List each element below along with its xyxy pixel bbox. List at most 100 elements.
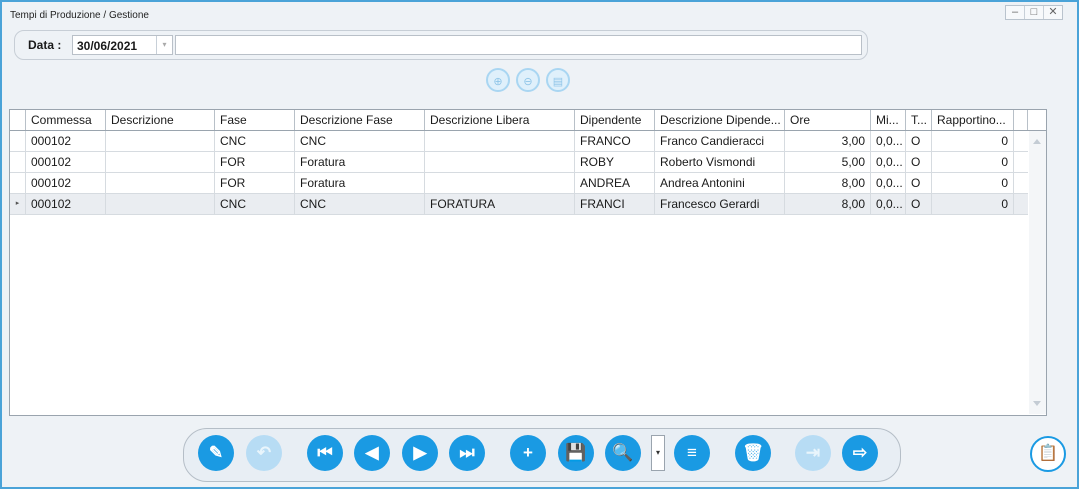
table-row-selected[interactable]: ▸ 000102 CNC CNC FORATURA FRANCI Frances… [10, 194, 1028, 215]
cell-tipo[interactable]: O [906, 152, 932, 172]
selected-row-marker-icon[interactable]: ▸ [10, 194, 26, 214]
new-record-button[interactable]: + [510, 435, 546, 471]
cell-descrizione-dipendente[interactable]: Franco Candieracci [655, 131, 785, 151]
cell-rapportino[interactable]: 0 [932, 173, 1014, 193]
column-commessa[interactable]: Commessa [26, 110, 106, 130]
cell-descrizione-dipendente[interactable]: Francesco Gerardi [655, 194, 785, 214]
cell-fase[interactable]: CNC [215, 131, 295, 151]
table-row[interactable]: 000102 CNC CNC FRANCO Franco Candieracci… [10, 131, 1028, 152]
previous-record-button[interactable]: ◀ [354, 435, 390, 471]
description-field[interactable] [175, 35, 862, 55]
add-row-icon[interactable]: ⊕ [486, 68, 510, 92]
cell-minuti[interactable]: 0,0... [871, 173, 906, 193]
cell-descrizione-libera[interactable] [425, 173, 575, 193]
cell-dipendente[interactable]: FRANCI [575, 194, 655, 214]
close-button[interactable]: ✕ [1044, 6, 1062, 19]
row-tools: ⊕ ⊖ ▤ [486, 68, 570, 92]
search-button[interactable]: 🔍 [605, 435, 641, 471]
cell-descrizione-fase[interactable]: Foratura [295, 173, 425, 193]
date-value: 30/06/2021 [77, 39, 138, 53]
data-grid[interactable]: Commessa Descrizione Fase Descrizione Fa… [9, 109, 1047, 416]
first-record-button[interactable]: ⏮ [307, 435, 343, 471]
cell-descrizione[interactable] [106, 194, 215, 214]
cell-ore[interactable]: 8,00 [785, 194, 871, 214]
cell-descrizione-libera[interactable] [425, 131, 575, 151]
cell-descrizione-libera[interactable] [425, 152, 575, 172]
cell-fase[interactable]: FOR [215, 173, 295, 193]
cell-tipo[interactable]: O [906, 131, 932, 151]
cell-dipendente[interactable]: FRANCO [575, 131, 655, 151]
clipboard-button[interactable]: 📋 [1030, 436, 1066, 472]
column-fase[interactable]: Fase [215, 110, 295, 130]
cell-descrizione[interactable] [106, 173, 215, 193]
cell-fase[interactable]: FOR [215, 152, 295, 172]
header-corner [10, 110, 26, 130]
delete-button[interactable]: 🗑 [735, 435, 771, 471]
main-toolbar: ✎ ↶ ⏮ ◀ ▶ ⏭ + 💾 🔍 ▾ ≡ 🗑 ⇥ ⇨ [183, 428, 901, 482]
column-tipo[interactable]: T... [906, 110, 932, 130]
cell-tipo[interactable]: O [906, 173, 932, 193]
column-descrizione-fase[interactable]: Descrizione Fase [295, 110, 425, 130]
chevron-down-icon[interactable]: ▾ [156, 36, 172, 54]
scroll-down-icon[interactable] [1033, 401, 1041, 406]
cell-minuti[interactable]: 0,0... [871, 131, 906, 151]
cell-fase[interactable]: CNC [215, 194, 295, 214]
last-record-button[interactable]: ⏭ [449, 435, 485, 471]
cell-ore[interactable]: 5,00 [785, 152, 871, 172]
cell-commessa[interactable]: 000102 [26, 131, 106, 151]
cell-descrizione-dipendente[interactable]: Roberto Vismondi [655, 152, 785, 172]
column-dipendente[interactable]: Dipendente [575, 110, 655, 130]
cell-rapportino[interactable]: 0 [932, 194, 1014, 214]
cell-minuti[interactable]: 0,0... [871, 194, 906, 214]
cell-minuti[interactable]: 0,0... [871, 152, 906, 172]
window-title: Tempi di Produzione / Gestione [10, 10, 149, 21]
cell-descrizione-fase[interactable]: CNC [295, 194, 425, 214]
window-controls: – □ ✕ [1005, 5, 1063, 20]
scroll-up-icon[interactable] [1033, 139, 1041, 144]
grid-header: Commessa Descrizione Fase Descrizione Fa… [10, 110, 1046, 131]
export-button[interactable]: ⇥ [795, 435, 831, 471]
date-label: Data : [28, 38, 62, 52]
save-button[interactable]: 💾 [558, 435, 594, 471]
cell-commessa[interactable]: 000102 [26, 173, 106, 193]
clipboard-icon[interactable]: ▤ [546, 68, 570, 92]
header-filler [1014, 110, 1028, 130]
cell-rapportino[interactable]: 0 [932, 131, 1014, 151]
cell-dipendente[interactable]: ANDREA [575, 173, 655, 193]
column-minuti[interactable]: Mi... [871, 110, 906, 130]
cell-descrizione[interactable] [106, 131, 215, 151]
row-indicator[interactable] [10, 173, 26, 193]
cell-descrizione[interactable] [106, 152, 215, 172]
row-indicator[interactable] [10, 131, 26, 151]
cell-commessa[interactable]: 000102 [26, 194, 106, 214]
cell-rapportino[interactable]: 0 [932, 152, 1014, 172]
undo-button[interactable]: ↶ [246, 435, 282, 471]
cell-dipendente[interactable]: ROBY [575, 152, 655, 172]
edit-button[interactable]: ✎ [198, 435, 234, 471]
exit-button[interactable]: ⇨ [842, 435, 878, 471]
table-row[interactable]: 000102 FOR Foratura ANDREA Andrea Antoni… [10, 173, 1028, 194]
table-row[interactable]: 000102 FOR Foratura ROBY Roberto Vismond… [10, 152, 1028, 173]
date-field[interactable]: 30/06/2021 ▾ [72, 35, 173, 55]
search-options-dropdown[interactable]: ▾ [651, 435, 665, 471]
remove-row-icon[interactable]: ⊖ [516, 68, 540, 92]
list-view-button[interactable]: ≡ [674, 435, 710, 471]
column-descrizione[interactable]: Descrizione [106, 110, 215, 130]
row-indicator[interactable] [10, 152, 26, 172]
cell-tipo[interactable]: O [906, 194, 932, 214]
cell-descrizione-libera[interactable]: FORATURA [425, 194, 575, 214]
column-descrizione-libera[interactable]: Descrizione Libera [425, 110, 575, 130]
vertical-scrollbar[interactable] [1029, 131, 1046, 414]
cell-descrizione-dipendente[interactable]: Andrea Antonini [655, 173, 785, 193]
column-ore[interactable]: Ore [785, 110, 871, 130]
next-record-button[interactable]: ▶ [402, 435, 438, 471]
cell-ore[interactable]: 3,00 [785, 131, 871, 151]
cell-descrizione-fase[interactable]: CNC [295, 131, 425, 151]
minimize-button[interactable]: – [1006, 6, 1025, 19]
column-rapportino[interactable]: Rapportino... [932, 110, 1014, 130]
maximize-button[interactable]: □ [1025, 6, 1044, 19]
cell-commessa[interactable]: 000102 [26, 152, 106, 172]
column-descrizione-dipendente[interactable]: Descrizione Dipende... [655, 110, 785, 130]
cell-descrizione-fase[interactable]: Foratura [295, 152, 425, 172]
cell-ore[interactable]: 8,00 [785, 173, 871, 193]
